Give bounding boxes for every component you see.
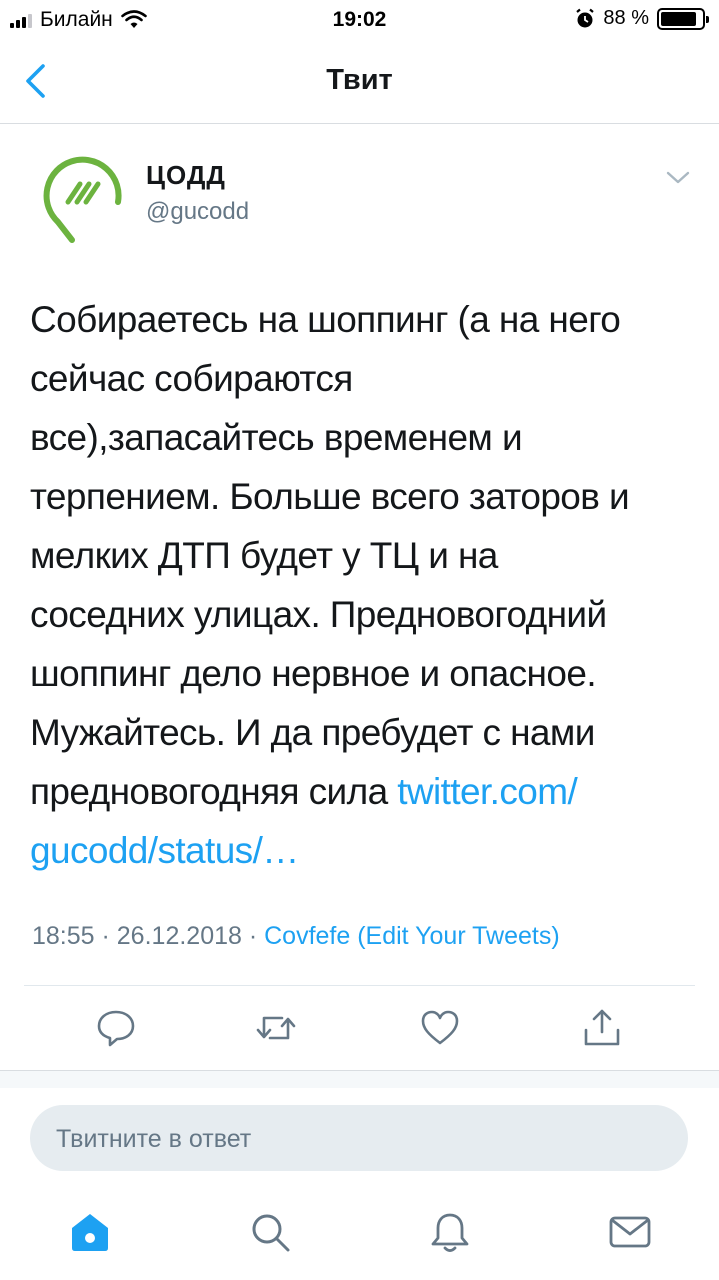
tweet-text-line: мелких ДТП будет у ТЦ и на xyxy=(30,535,498,576)
retweet-icon[interactable] xyxy=(254,1006,298,1050)
tweet-text-line: gucodd/status/… xyxy=(30,821,698,880)
reply-icon[interactable] xyxy=(94,1006,138,1050)
tab-bar xyxy=(0,1190,719,1280)
tweet-text-line: соседних улицах. Предновогодний xyxy=(30,594,607,635)
divider xyxy=(24,985,695,986)
battery-percent: 88 % xyxy=(603,7,649,29)
battery-icon xyxy=(657,7,709,30)
reply-input[interactable]: Твитните в ответ xyxy=(30,1105,688,1171)
tweet-time: 18:55 xyxy=(32,922,95,950)
tweet-meta: 18:55 · 26.12.2018 · Covfefe (Edit Your … xyxy=(32,922,560,951)
tweet-text-line: все),запасайтесь временем и xyxy=(30,417,523,458)
author-name[interactable]: ЦОДД xyxy=(146,160,226,191)
tweet-text-line: предновогодняя сила twitter.com/ xyxy=(30,762,698,821)
tweet-text-line: терпением. Больше всего заторов и xyxy=(30,476,630,517)
tweet-link-continued[interactable]: gucodd/status/… xyxy=(30,830,299,871)
home-icon[interactable] xyxy=(68,1210,112,1254)
tweet-link[interactable]: twitter.com/ xyxy=(397,771,578,812)
tweet-text-line: Мужайтесь. И да пребудет с нами xyxy=(30,712,595,753)
section-separator xyxy=(0,1070,719,1088)
alarm-icon xyxy=(576,8,595,27)
tweet-text-line: шоппинг дело нервное и опасное. xyxy=(30,653,597,694)
status-right: 88 % xyxy=(575,7,709,30)
share-icon[interactable] xyxy=(580,1006,624,1050)
status-bar: Билайн 19:02 88 % xyxy=(0,0,719,40)
author-handle[interactable]: @gucodd xyxy=(146,198,249,226)
tweet-text-fragment: предновогодняя сила xyxy=(30,771,398,812)
tweet-text-line: Собираетесь на шоппинг (а на него xyxy=(30,299,621,340)
notifications-icon[interactable] xyxy=(428,1210,472,1254)
tweet-text: Собираетесь на шоппинг (а на него сейчас… xyxy=(30,290,698,880)
tweet-date: 26.12.2018 xyxy=(116,922,242,950)
like-icon[interactable] xyxy=(418,1006,462,1050)
meta-separator: · xyxy=(241,922,265,950)
tweet-actions xyxy=(0,1000,719,1058)
search-icon[interactable] xyxy=(248,1210,292,1254)
page-title: Твит xyxy=(326,64,393,96)
tweet-text-line: сейчас собираются xyxy=(30,358,353,399)
avatar[interactable] xyxy=(42,150,126,244)
navigation-bar: Твит xyxy=(0,40,719,124)
chevron-down-icon[interactable] xyxy=(664,168,692,188)
messages-icon[interactable] xyxy=(608,1210,652,1254)
meta-separator: · xyxy=(94,922,117,950)
battery-level xyxy=(661,11,697,26)
tweet-source-link[interactable]: Covfefe (Edit Your Tweets) xyxy=(264,922,560,950)
reply-placeholder: Твитните в ответ xyxy=(56,1125,252,1153)
